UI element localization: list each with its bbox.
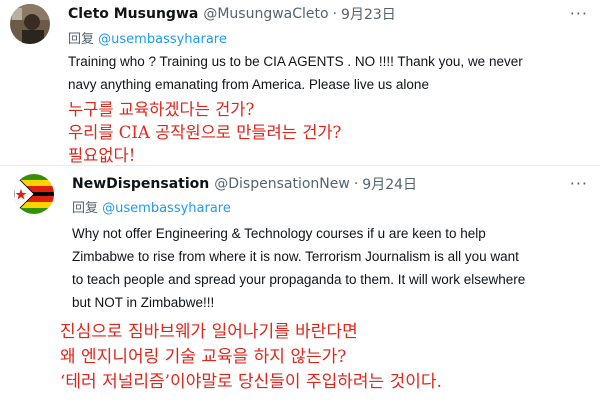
reply-context: 回复 @usembassyharare <box>72 197 231 216</box>
display-name[interactable]: Cleto Musungwa <box>68 6 198 22</box>
reply-prefix: 回复 <box>68 32 95 47</box>
display-name[interactable]: NewDispensation <box>72 176 209 192</box>
tweet-text-line: to teach people and spread your propagan… <box>72 272 526 287</box>
reply-prefix: 回复 <box>72 201 99 216</box>
user-handle[interactable]: @DispensationNew <box>214 176 350 192</box>
tweet-text-line: Zimbabwe to rise from where it is now. T… <box>72 249 519 264</box>
translation-line: 필요없다! <box>68 146 136 165</box>
translation-annotation: 진심으로 짐바브웨가 일어나기를 바란다면 왜 엔지니어링 기술 교육을 하지 … <box>60 320 442 395</box>
reply-mention-link[interactable]: @usembassyharare <box>98 32 227 47</box>
tweet[interactable]: Cleto Musungwa @MusungwaCleto · 9月23日 ··… <box>0 0 600 165</box>
more-options-icon[interactable]: ··· <box>570 4 588 23</box>
zimbabwe-flag-icon <box>14 174 54 214</box>
translation-line: ‘테러 저널리즘’이야말로 당신들이 주입하려는 것이다. <box>60 372 442 392</box>
tweet-header: NewDispensation @DispensationNew · 9月24日 <box>72 174 417 194</box>
tweet-date[interactable]: 9月23日 <box>341 4 396 24</box>
translation-line: 우리를 CIA 공작원으로 만들려는 건가? <box>68 123 342 142</box>
user-handle[interactable]: @MusungwaCleto <box>203 6 328 22</box>
tweet-text-line: Training who ? Training us to be CIA AGE… <box>68 54 523 69</box>
tweet-date[interactable]: 9月24日 <box>362 174 417 194</box>
tweet-header: Cleto Musungwa @MusungwaCleto · 9月23日 <box>68 4 396 24</box>
translation-line: 진심으로 짐바브웨가 일어나기를 바란다면 <box>60 322 358 342</box>
reply-mention-link[interactable]: @usembassyharare <box>102 201 231 216</box>
translation-line: 왜 엔지니어링 기술 교육을 하지 않는가? <box>60 347 347 367</box>
separator-dot: · <box>332 6 338 22</box>
tweet-text: Why not offer Engineering & Technology c… <box>72 222 582 314</box>
avatar[interactable] <box>14 174 54 214</box>
translation-annotation: 누구를 교육하겠다는 건가? 우리를 CIA 공작원으로 만들려는 건가? 필요… <box>68 98 341 167</box>
tweet-text: Training who ? Training us to be CIA AGE… <box>68 50 588 96</box>
avatar[interactable] <box>10 4 50 44</box>
reply-context: 回复 @usembassyharare <box>68 28 227 47</box>
more-options-icon[interactable]: ··· <box>570 174 588 193</box>
tweet-text-line: navy anything emanating from America. Pl… <box>68 77 429 92</box>
tweet[interactable]: NewDispensation @DispensationNew · 9月24日… <box>0 165 600 406</box>
tweet-text-line: but NOT in Zimbabwe!!! <box>72 295 215 310</box>
tweet-text-line: Why not offer Engineering & Technology c… <box>72 226 486 241</box>
separator-dot: · <box>353 176 359 192</box>
translation-line: 누구를 교육하겠다는 건가? <box>68 100 255 119</box>
